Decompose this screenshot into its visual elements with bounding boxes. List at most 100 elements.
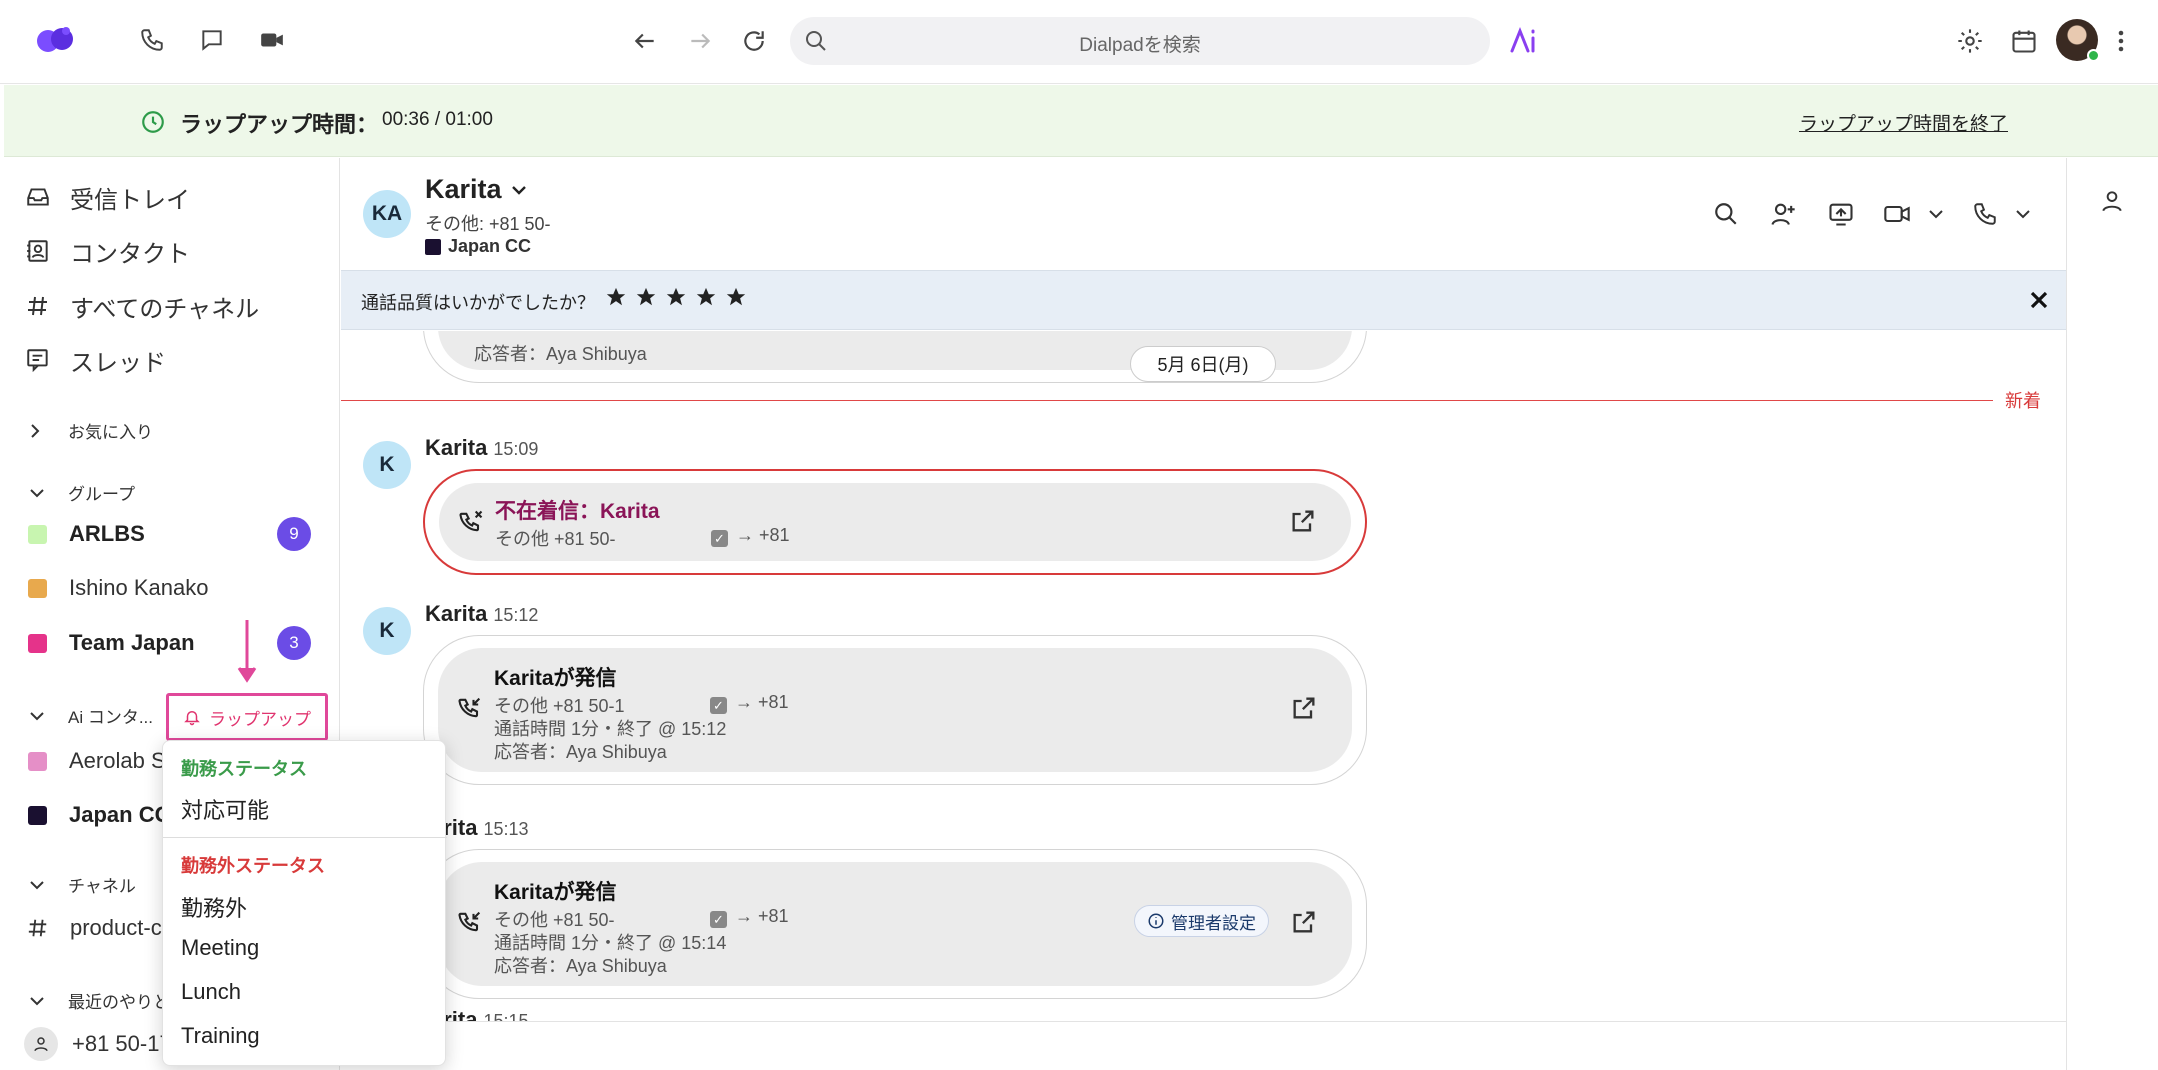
call-title: Karitaが発信 xyxy=(494,667,617,690)
chevron-down-icon[interactable] xyxy=(2008,194,2038,234)
unread-badge: 3 xyxy=(277,626,311,660)
search-input[interactable]: Dialpadを検索 xyxy=(790,17,1490,65)
status-dropdown: 勤務ステータス 対応可能 勤務外ステータス 勤務外 Meeting Lunch … xyxy=(162,740,447,1066)
on-duty-header: 勤務ステータス xyxy=(181,759,307,779)
add-person-icon[interactable] xyxy=(1763,194,1803,234)
call-from: その他 +81 50- xyxy=(495,529,616,549)
contact-name-dropdown[interactable]: Karita xyxy=(425,174,528,205)
sidebar-item-threads[interactable]: スレッド xyxy=(24,340,166,380)
open-external-icon[interactable] xyxy=(1289,507,1321,539)
group-color-swatch xyxy=(28,633,47,653)
date-chip: 5月 6日(月) xyxy=(1130,346,1276,382)
contact-details-icon[interactable] xyxy=(2099,188,2125,214)
status-option-available[interactable]: 対応可能 xyxy=(181,793,269,825)
outgoing-call-card[interactable]: Karitaが発信 その他 +81 50- ✓ → +81 通話時間 1分・終了 … xyxy=(423,849,1367,999)
group-item-ishino-kanako[interactable]: Ishino Kanako xyxy=(28,570,208,606)
ai-item-aerolab[interactable]: Aerolab S xyxy=(28,743,166,779)
group-item-arlbs[interactable]: ARLBS xyxy=(28,516,145,552)
sidebar-item-inbox[interactable]: 受信トレイ xyxy=(24,177,190,217)
call-title: Karitaが発信 xyxy=(494,881,617,904)
forward-arrow-icon[interactable] xyxy=(678,19,722,63)
star-icon[interactable] xyxy=(695,286,717,308)
admin-settings-badge[interactable]: 管理者設定 xyxy=(1134,905,1269,937)
group-color-swatch xyxy=(28,524,47,544)
department-name: Japan CC xyxy=(448,236,532,256)
star-icon[interactable] xyxy=(635,286,657,308)
star-icon[interactable] xyxy=(665,286,687,308)
contact-avatar[interactable]: KA xyxy=(363,190,411,238)
group-name: Ishino Kanako xyxy=(69,575,209,600)
status-option-lunch[interactable]: Lunch xyxy=(181,979,241,1005)
hash-icon xyxy=(24,294,52,318)
star-icon[interactable] xyxy=(725,286,747,308)
recent-number: +81 50-17 xyxy=(72,1031,172,1056)
off-duty-header: 勤務外ステータス xyxy=(181,856,325,876)
message-header: Karita 15:12 xyxy=(425,601,538,627)
pointer-arrow-icon xyxy=(236,620,258,684)
ai-icon[interactable] xyxy=(1504,19,1548,63)
group-name: Japan CC xyxy=(69,802,171,827)
composer-area[interactable] xyxy=(341,1021,2066,1070)
video-icon[interactable] xyxy=(250,18,294,62)
inbox-icon xyxy=(24,184,52,210)
calendar-icon[interactable] xyxy=(2002,19,2046,63)
wrapup-status-chip[interactable]: ラップアップ xyxy=(166,693,328,741)
screen-share-icon[interactable] xyxy=(1821,194,1861,234)
sidebar-item-all-channels[interactable]: すべてのチャネル xyxy=(24,286,259,326)
phone-icon[interactable] xyxy=(130,18,174,62)
chevron-down-icon xyxy=(510,183,528,197)
reload-icon[interactable] xyxy=(732,19,776,63)
bell-icon xyxy=(183,708,201,726)
new-label: 新着 xyxy=(2005,391,2041,411)
online-status-icon xyxy=(2087,49,2100,62)
gear-icon[interactable] xyxy=(1948,19,1992,63)
message-icon[interactable] xyxy=(190,18,234,62)
message-avatar[interactable]: K xyxy=(363,441,411,489)
message-time: 15:15 xyxy=(483,1011,529,1021)
section-label: お気に入り xyxy=(68,423,153,442)
check-icon: ✓ xyxy=(711,530,728,547)
star-icon[interactable] xyxy=(605,286,627,308)
check-icon: ✓ xyxy=(710,697,727,714)
phone-call-icon[interactable] xyxy=(1965,194,2005,234)
end-wrapup-link[interactable]: ラップアップ時間を終了 xyxy=(1799,109,2008,136)
channel-item[interactable]: product-c xyxy=(24,908,162,948)
sidebar-item-contacts[interactable]: コンタクト xyxy=(24,231,190,271)
outgoing-call-icon xyxy=(456,908,484,936)
ai-item-japan-cc[interactable]: Japan CC xyxy=(28,797,170,833)
user-avatar[interactable] xyxy=(2056,19,2100,62)
video-call-icon[interactable] xyxy=(1877,194,1917,234)
destination-number: → +81 xyxy=(735,906,789,926)
star-rating[interactable] xyxy=(605,286,747,308)
back-arrow-icon[interactable] xyxy=(623,19,667,63)
message-avatar[interactable]: K xyxy=(363,607,411,655)
call-destination: ✓ → +81 xyxy=(710,906,789,928)
group-item-team-japan[interactable]: Team Japan xyxy=(28,625,195,661)
section-recent[interactable]: 最近のやりと xyxy=(28,988,170,1013)
check-icon: ✓ xyxy=(710,911,727,928)
close-icon[interactable] xyxy=(2027,288,2051,312)
chevron-down-icon[interactable] xyxy=(1921,194,1951,234)
call-answered-by: 応答者：Aya Shibuya xyxy=(474,344,647,364)
more-menu-icon[interactable] xyxy=(2106,19,2136,63)
status-option-training[interactable]: Training xyxy=(181,1023,260,1049)
missed-call-card[interactable]: 不在着信：Karita その他 +81 50- ✓ → +81 xyxy=(423,469,1367,575)
section-ai-contacts[interactable]: Ai コンタ... xyxy=(28,703,153,728)
dialpad-logo-icon[interactable] xyxy=(32,18,80,62)
group-name: Aerolab S xyxy=(69,748,166,773)
message-list[interactable]: 応答者：Aya Shibuya 5月 6日(月) 新着 K Karita 15:0… xyxy=(341,331,2066,1021)
open-external-icon[interactable] xyxy=(1290,908,1322,940)
outgoing-call-card[interactable]: Karitaが発信 その他 +81 50-1 ✓ → +81 通話時間 1分・終了… xyxy=(423,635,1367,785)
section-favorites[interactable]: お気に入り xyxy=(28,418,153,443)
status-option-off-duty[interactable]: 勤務外 xyxy=(181,891,247,923)
section-channels[interactable]: チャネル xyxy=(28,872,136,897)
sidebar-item-label: コンタクト xyxy=(70,240,190,268)
call-answered-by: 応答者：Aya Shibuya xyxy=(494,956,667,976)
recent-item[interactable]: +81 50-17 xyxy=(24,1024,172,1064)
status-option-meeting[interactable]: Meeting xyxy=(181,935,259,961)
section-groups[interactable]: グループ xyxy=(28,480,135,505)
sidebar-item-label: 受信トレイ xyxy=(70,186,190,214)
outgoing-call-icon xyxy=(456,694,484,722)
search-icon[interactable] xyxy=(1706,194,1746,234)
open-external-icon[interactable] xyxy=(1290,694,1322,726)
